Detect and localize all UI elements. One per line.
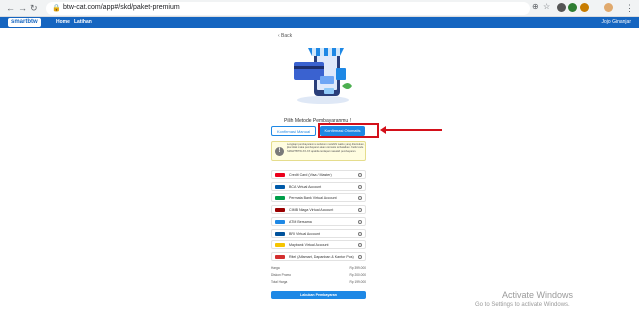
info-icon: !: [275, 147, 284, 156]
user-menu[interactable]: Jojo Ginanjar: [602, 19, 631, 25]
discount-value: Rp 200.000: [349, 273, 366, 277]
payment-method-label: BCA Virtual Account: [289, 184, 322, 189]
annotation-highlight-box: [318, 123, 379, 138]
payment-method-label: Ritel (Alfamart, Dapanban & Kantor Pos): [289, 254, 354, 259]
annotation-arrow: [382, 129, 442, 131]
total-row: Total Harga Rp 199.000: [271, 280, 366, 284]
discount-label: Diskon Promo: [271, 273, 292, 277]
payment-method-option[interactable]: Ritel (Alfamart, Dapanban & Kantor Pos): [271, 251, 366, 261]
payment-method-option[interactable]: Maybank Virtual Account: [271, 240, 366, 250]
discount-row: Diskon Promo Rp 200.000: [271, 273, 366, 277]
bank-logo-icon: [275, 254, 285, 259]
bookmark-star-icon[interactable]: ☆: [543, 3, 550, 11]
profile-avatar-icon[interactable]: [604, 3, 613, 12]
extension-icon[interactable]: [580, 3, 589, 12]
payment-method-label: CIMB Niaga Virtual Account: [289, 208, 334, 213]
reload-icon[interactable]: ↻: [30, 4, 38, 13]
nav-home[interactable]: Home: [56, 19, 70, 25]
bank-logo-icon: [275, 231, 285, 236]
radio-button[interactable]: [358, 173, 362, 177]
radio-button[interactable]: [358, 208, 362, 213]
radio-button[interactable]: [358, 184, 362, 189]
bank-logo-icon: [275, 208, 285, 213]
url-text[interactable]: btw-cat.com/app#/skd/paket-premium: [63, 4, 180, 11]
browser-chrome: ← → ↻ 🔒 btw-cat.com/app#/skd/paket-premi…: [0, 0, 639, 17]
radio-button[interactable]: [358, 243, 362, 248]
radio-button[interactable]: [358, 196, 362, 201]
payment-method-label: BRI Virtual Account: [289, 231, 320, 236]
pay-button[interactable]: Lakukan Pembayaran: [271, 291, 366, 299]
forward-arrow-icon[interactable]: →: [18, 4, 27, 13]
total-value: Rp 199.000: [349, 280, 366, 284]
payment-method-label: Maybank Virtual Account: [289, 243, 329, 248]
extension-icon[interactable]: [557, 3, 566, 12]
back-arrow-icon[interactable]: ←: [6, 4, 15, 13]
payment-method-label: Permata Bank Virtual Account: [289, 196, 337, 201]
payment-method-option[interactable]: BRI Virtual Account: [271, 228, 366, 238]
bank-logo-icon: [275, 173, 285, 177]
lock-icon: 🔒: [52, 5, 61, 12]
price-value: Rp 399.000: [349, 266, 366, 270]
price-row: Harga Rp 399.000: [271, 266, 366, 270]
info-text: Lengkapi pembayaranmu sebelum melebihi w…: [287, 143, 365, 153]
payment-illustration: [294, 48, 352, 104]
price-label: Harga: [271, 266, 280, 270]
payment-method-label: Credit Card (Visa / Master): [289, 173, 332, 177]
bank-logo-icon: [275, 196, 285, 201]
payment-method-label: ATM Bersama: [289, 219, 312, 224]
back-link[interactable]: ‹ Back: [278, 33, 292, 39]
total-label: Total Harga: [271, 280, 288, 284]
payment-info-notice: ! Lengkapi pembayaranmu sebelum melebihi…: [271, 141, 366, 161]
radio-button[interactable]: [358, 219, 362, 224]
activate-windows-title: Activate Windows: [502, 290, 574, 300]
payment-method-option[interactable]: ATM Bersama: [271, 216, 366, 226]
payment-method-option[interactable]: Credit Card (Visa / Master): [271, 170, 366, 179]
payment-method-option[interactable]: Permata Bank Virtual Account: [271, 193, 366, 203]
radio-button[interactable]: [358, 231, 362, 236]
radio-button[interactable]: [358, 254, 362, 259]
nav-latihan[interactable]: Latihan: [74, 19, 92, 25]
bank-logo-icon: [275, 243, 285, 248]
extension-icon[interactable]: [568, 3, 577, 12]
app-header: smartbtw Home Latihan Jojo Ginanjar: [0, 17, 639, 28]
address-bar[interactable]: 🔒 btw-cat.com/app#/skd/paket-premium: [46, 2, 530, 15]
payment-method-option[interactable]: CIMB Niaga Virtual Account: [271, 205, 366, 215]
zoom-icon[interactable]: ⊕: [532, 3, 539, 11]
bank-logo-icon: [275, 184, 285, 189]
tab-manual-confirmation[interactable]: Konfirmasi Manual: [271, 126, 316, 136]
browser-menu-icon[interactable]: ⋮: [625, 4, 634, 13]
bank-logo-icon: [275, 219, 285, 224]
activate-windows-subtitle: Go to Settings to activate Windows.: [475, 302, 570, 308]
payment-method-option[interactable]: BCA Virtual Account: [271, 181, 366, 191]
brand-logo[interactable]: smartbtw: [8, 18, 41, 27]
